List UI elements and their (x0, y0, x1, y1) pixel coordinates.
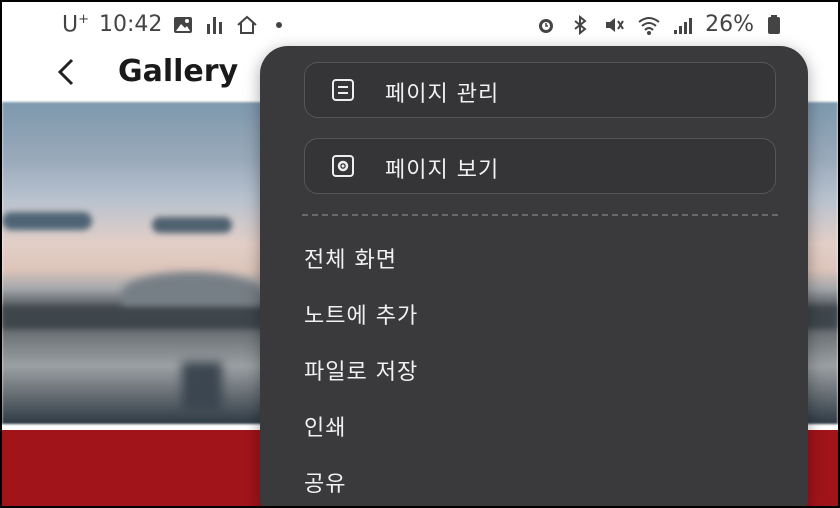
home-icon (236, 14, 258, 36)
menu-item-save-as-file[interactable]: 파일로 저장 (304, 354, 418, 386)
carrier-label: U+ (62, 12, 90, 38)
bluetooth-icon (569, 14, 591, 36)
dot-icon (268, 14, 290, 36)
page-title: Gallery (118, 54, 239, 89)
photo-cloud (152, 217, 232, 233)
settings-icon (331, 154, 355, 178)
back-arrow-icon[interactable] (52, 54, 82, 90)
photo-cloud (2, 212, 92, 230)
status-time: 10:42 (99, 12, 163, 38)
signal-icon (671, 14, 693, 36)
view-pages-button[interactable]: 페이지 보기 (304, 138, 776, 194)
view-pages-label: 페이지 보기 (385, 158, 500, 183)
manage-pages-label: 페이지 관리 (385, 82, 500, 107)
image-icon (172, 14, 194, 36)
menu-divider (302, 214, 778, 216)
menu-item-add-to-note[interactable]: 노트에 추가 (304, 298, 418, 330)
photo-boat (182, 362, 222, 412)
status-bar: U+ 10:42 26% (2, 2, 838, 46)
menu-item-share[interactable]: 공유 (304, 466, 346, 498)
wifi-icon (637, 14, 660, 36)
photo-mountain (122, 272, 262, 312)
overflow-menu: 페이지 관리 페이지 보기 전체 화면 노트에 추가 파일로 저장 인쇄 공유 (260, 46, 808, 506)
list-icon (331, 78, 355, 102)
battery-icon (766, 14, 788, 36)
screen: U+ 10:42 26% Gallery 페이지 관리 페이지 보기 전체 화면… (0, 0, 840, 508)
mute-icon (603, 14, 625, 36)
alarm-icon (535, 14, 557, 36)
bar-chart-icon (204, 14, 226, 36)
battery-percent: 26% (705, 12, 754, 37)
manage-pages-button[interactable]: 페이지 관리 (304, 62, 776, 118)
menu-item-print[interactable]: 인쇄 (304, 410, 346, 442)
menu-item-fullscreen[interactable]: 전체 화면 (304, 242, 397, 274)
